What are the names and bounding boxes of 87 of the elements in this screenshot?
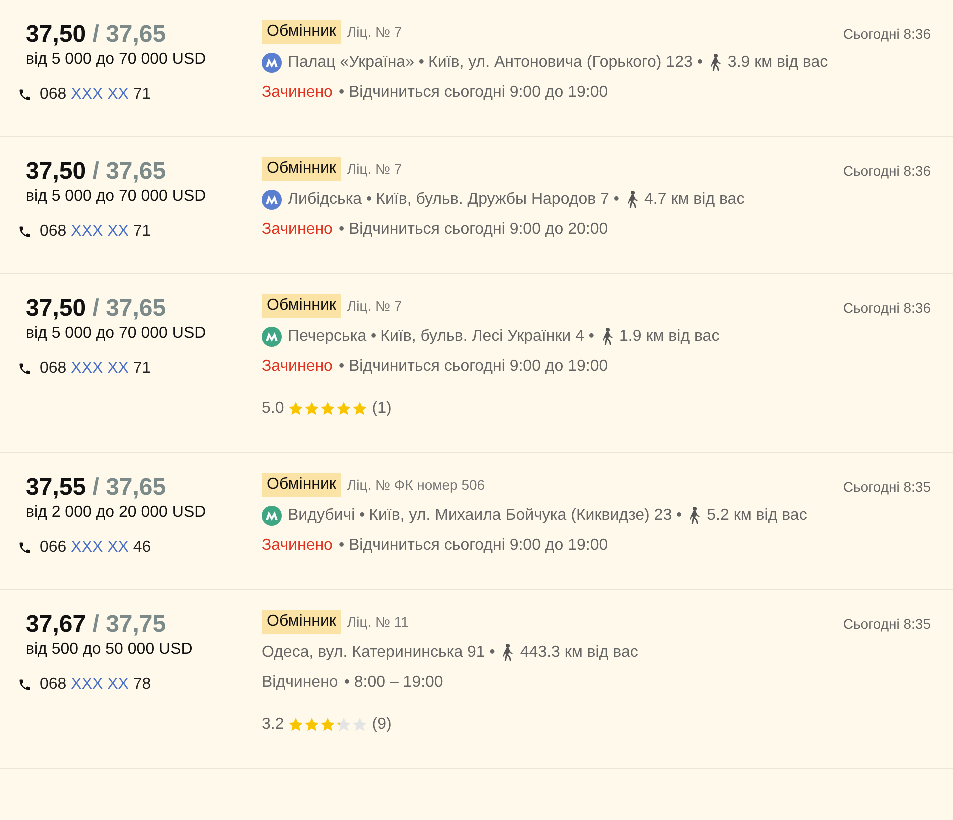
metro-icon xyxy=(262,53,282,73)
exchange-rate: 37,50 / 37,65 xyxy=(26,294,168,324)
address: Київ, бульв. Лесі Українки 4 • xyxy=(380,327,595,347)
distance: 1.9 км від вас xyxy=(620,327,720,347)
type-badge: Обмінник xyxy=(262,610,342,634)
distance: 3.9 км від вас xyxy=(728,53,828,73)
star-icon xyxy=(320,717,336,733)
metro-station: Печерська • xyxy=(288,327,377,347)
opening-hours: • Відчиниться сьогодні 9:00 до 19:00 xyxy=(338,536,608,556)
star-icon xyxy=(304,717,320,733)
walking-person-icon xyxy=(600,328,614,346)
amount-range: від 5 000 до 70 000 USD xyxy=(26,50,208,70)
opening-hours: • Відчиниться сьогодні 9:00 до 19:00 xyxy=(338,83,608,103)
status: Зачинено xyxy=(262,83,333,103)
address: Одеса, вул. Катерининська 91 • xyxy=(262,643,496,663)
license-number: Ліц. № 11 xyxy=(347,614,409,630)
star-icon xyxy=(288,401,304,417)
exchange-rate: 37,67 / 37,75 xyxy=(26,610,168,640)
type-badge: Обмінник xyxy=(262,20,342,44)
license-number: Ліц. № ФК номер 506 xyxy=(347,477,486,493)
phone-number: 068 XXX XX 78 xyxy=(40,676,152,694)
phone-icon xyxy=(18,362,32,376)
rating-score: 5.0 xyxy=(262,399,284,419)
license-number: Ліц. № 7 xyxy=(347,161,402,177)
phone-number: 068 XXX XX 71 xyxy=(40,360,152,378)
phone-number: 068 XXX XX 71 xyxy=(40,223,152,241)
star-icon xyxy=(352,401,368,417)
star-icon xyxy=(352,717,368,733)
metro-station: Палац «Україна» • xyxy=(288,53,425,73)
type-badge: Обмінник xyxy=(262,157,342,181)
amount-range: від 2 000 до 20 000 USD xyxy=(26,503,208,523)
star-icon xyxy=(320,401,336,417)
address: Київ, ул. Михаила Бойчука (Киквидзе) 23 • xyxy=(369,506,682,526)
star-icon xyxy=(304,401,320,417)
type-badge: Обмінник xyxy=(262,294,342,318)
update-time: Сьогодні 8:36 xyxy=(843,162,931,181)
status: Зачинено xyxy=(262,357,333,377)
distance: 5.2 км від вас xyxy=(707,506,808,526)
reveal-link[interactable]: XXX XX xyxy=(71,360,129,377)
reveal-link[interactable]: XXX XX xyxy=(71,86,129,103)
metro-icon xyxy=(262,327,282,347)
phone-icon xyxy=(18,88,32,102)
exchange-rate: 37,50 / 37,65 xyxy=(26,157,168,187)
update-time: Сьогодні 8:36 xyxy=(843,299,931,318)
opening-hours: • Відчиниться сьогодні 9:00 до 20:00 xyxy=(338,220,608,240)
metro-icon xyxy=(262,506,282,526)
exchange-rate: 37,50 / 37,65 xyxy=(26,20,168,50)
phone-icon xyxy=(18,541,32,555)
status: Відчинено xyxy=(262,673,338,693)
type-badge: Обмінник xyxy=(262,473,342,497)
star-icon xyxy=(288,717,304,733)
license-number: Ліц. № 7 xyxy=(347,24,402,40)
star-icon xyxy=(336,717,352,733)
phone-number: 066 XXX XX 46 xyxy=(40,539,152,557)
reveal-link[interactable]: XXX XX xyxy=(71,676,129,693)
amount-range: від 5 000 до 70 000 USD xyxy=(26,324,208,344)
review-count: (1) xyxy=(372,399,392,419)
license-number: Ліц. № 7 xyxy=(347,298,402,314)
phone-number: 068 XXX XX 71 xyxy=(40,86,152,104)
metro-station: Видубичі • xyxy=(288,506,366,526)
address: Київ, бульв. Дружбы Народов 7 • xyxy=(376,190,620,210)
walking-person-icon xyxy=(688,507,702,525)
opening-hours: • Відчиниться сьогодні 9:00 до 19:00 xyxy=(338,357,608,377)
distance: 443.3 км від вас xyxy=(520,643,638,663)
status: Зачинено xyxy=(262,220,333,240)
metro-icon xyxy=(262,190,282,210)
reveal-link[interactable]: XXX XX xyxy=(71,223,129,240)
exchange-rate: 37,55 / 37,65 xyxy=(26,473,168,503)
address: Київ, ул. Антоновича (Горького) 123 • xyxy=(428,53,703,73)
metro-station: Либідська • xyxy=(288,190,372,210)
update-time: Сьогодні 8:36 xyxy=(843,25,931,44)
amount-range: від 5 000 до 70 000 USD xyxy=(26,187,208,207)
walking-person-icon xyxy=(626,191,638,209)
opening-hours: • 8:00 – 19:00 xyxy=(344,673,444,693)
walking-person-icon xyxy=(708,54,722,72)
reveal-link[interactable]: XXX XX xyxy=(71,539,129,556)
phone-icon xyxy=(18,225,32,239)
walking-person-icon xyxy=(501,644,514,662)
distance: 4.7 км від вас xyxy=(644,190,745,210)
update-time: Сьогодні 8:35 xyxy=(843,615,931,634)
status: Зачинено xyxy=(262,536,333,556)
amount-range: від 500 до 50 000 USD xyxy=(26,640,194,660)
star-icon xyxy=(336,401,352,417)
review-count: (9) xyxy=(372,715,392,735)
rating-score: 3.2 xyxy=(262,715,284,735)
update-time: Сьогодні 8:35 xyxy=(843,478,931,497)
phone-icon xyxy=(18,678,32,692)
